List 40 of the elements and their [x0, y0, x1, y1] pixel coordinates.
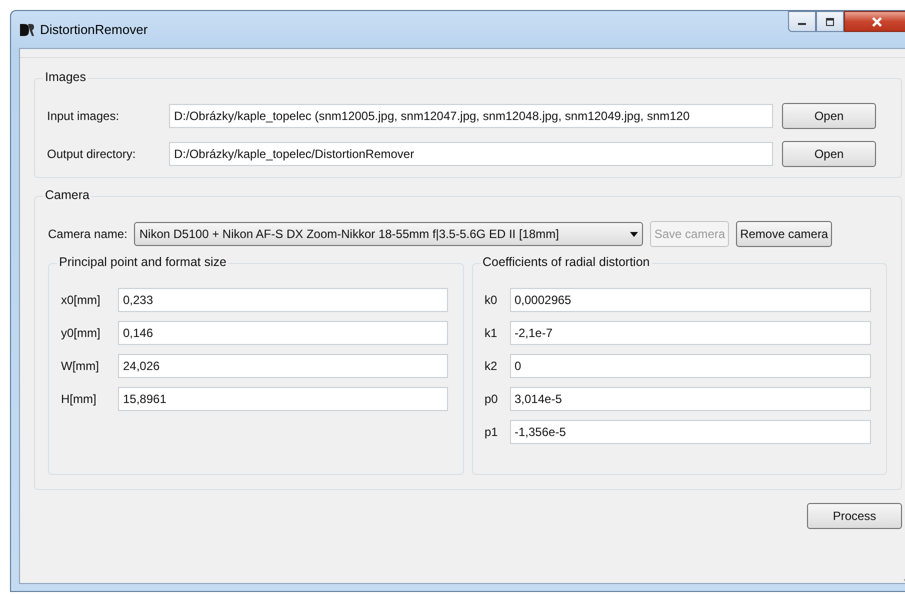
path-field[interactable]: D:/Obrázky/kaple_topelec (snm12005.jpg, snm12047.jpg, snm12048.jpg, snm12049.jpg, snm120 [169, 104, 773, 128]
field-label: x0[mm] [61, 293, 102, 307]
camera-dropdown[interactable]: Nikon D5100 + Nikon AF-S DX Zoom-Nikkor 18-55mm f|3.5-5.6G ED II [18mm] [134, 222, 644, 246]
field-label: Camera name: [48, 227, 128, 241]
value-field[interactable]: -1,356e-5 [510, 420, 871, 444]
process-button[interactable]: Process [807, 503, 902, 529]
maximize-button[interactable] [816, 11, 844, 32]
maximize-icon [825, 18, 835, 26]
value-field[interactable]: 3,014e-5 [510, 387, 871, 411]
field-label: k0 [484, 293, 498, 307]
value-field[interactable]: 15,8961 [118, 387, 448, 411]
group-title: Images [43, 70, 88, 84]
caret-icon [630, 232, 638, 236]
group-title: Coefficients of radial distortion [480, 255, 652, 269]
field-label: W[mm] [61, 359, 100, 373]
value-field[interactable]: -2,1e-7 [510, 321, 871, 345]
field-label: Input images: [47, 109, 120, 123]
field-label: y0[mm] [61, 326, 102, 340]
app-logo-icon [20, 22, 34, 36]
group-title: Principal point and format size [57, 255, 228, 269]
field-label: Output directory: [47, 147, 137, 161]
open-button[interactable]: Open [782, 103, 876, 129]
field-label: p1 [484, 425, 499, 439]
field-label: p0 [484, 392, 499, 406]
open-button[interactable]: Open [782, 141, 876, 167]
value-field[interactable]: 0,233 [118, 288, 448, 312]
field-label: k2 [484, 359, 498, 373]
field-label: H[mm] [61, 392, 98, 406]
group-title: Camera [43, 188, 92, 202]
camera-button[interactable]: Remove camera [736, 221, 832, 247]
minimize-button[interactable] [788, 11, 816, 32]
field-label: k1 [484, 326, 498, 340]
value-field[interactable]: 24,026 [118, 354, 448, 378]
close-icon [871, 16, 883, 26]
window-title: DistortionRemover [40, 22, 148, 37]
path-field[interactable]: D:/Obrázky/kaple_topelec/DistortionRemover [169, 142, 773, 166]
value-field[interactable]: 0,146 [118, 321, 448, 345]
close-button[interactable] [844, 11, 905, 32]
value-field[interactable]: 0 [510, 354, 871, 378]
value-field[interactable]: 0,0002965 [510, 288, 871, 312]
